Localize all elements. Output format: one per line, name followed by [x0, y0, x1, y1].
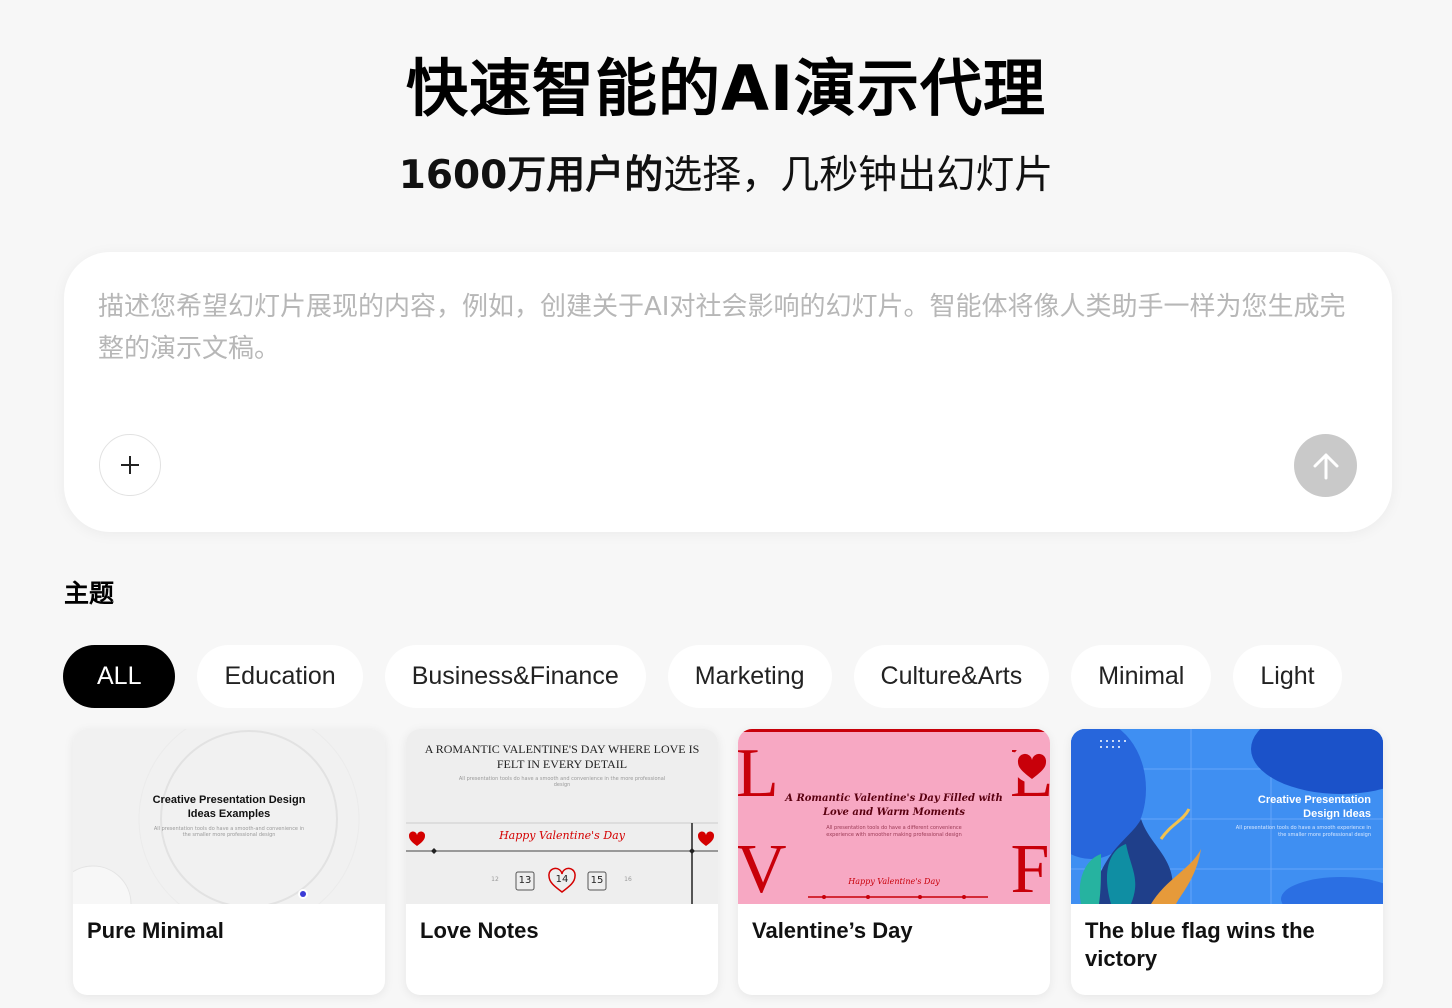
subtitle-highlight: 1600万用户的: [398, 153, 664, 198]
template-thumbnail: Creative Presentation Design Ideas Examp…: [73, 729, 385, 904]
send-button[interactable]: [1294, 434, 1357, 497]
template-thumbnail: Creative Presentation Design Ideas All p…: [1071, 729, 1383, 904]
template-card-valentines-day[interactable]: L V E F A Romantic Valentine's Day Fille…: [738, 729, 1050, 995]
date-label: 14: [555, 874, 569, 885]
thumb-body: All presentation tools do have a smooth …: [1235, 825, 1371, 838]
thumb-body: All presentation tools do have a smooth-…: [153, 826, 305, 838]
themes-heading: 主题: [64, 579, 115, 608]
template-title: The blue flag wins the victory: [1085, 918, 1315, 971]
template-card-pure-minimal[interactable]: Creative Presentation Design Ideas Examp…: [73, 729, 385, 995]
template-title: Valentine’s Day: [752, 918, 913, 943]
template-title: Pure Minimal: [87, 918, 224, 943]
template-thumbnail: L V E F A Romantic Valentine's Day Fille…: [738, 729, 1050, 904]
theme-chips: ALL Education Business&Finance Marketing…: [63, 645, 1393, 709]
template-card-love-notes[interactable]: A ROMANTIC VALENTINE'S DAY WHERE LOVE IS…: [406, 729, 718, 995]
chip-marketing[interactable]: Marketing: [667, 645, 832, 708]
chip-light[interactable]: Light: [1233, 645, 1342, 708]
subtitle-text: 选择，几秒钟出幻灯片: [663, 153, 1054, 198]
chip-education[interactable]: Education: [197, 645, 363, 708]
thumb-heading: Creative Presentation Design Ideas Examp…: [152, 794, 306, 820]
date-label: 15: [590, 875, 604, 886]
template-title: Love Notes: [420, 918, 539, 943]
chip-minimal[interactable]: Minimal: [1071, 645, 1212, 708]
thumb-heading: Creative Presentation Design Ideas: [1257, 794, 1371, 820]
chip-all[interactable]: ALL: [63, 645, 176, 708]
thumb-script: Happy Valentine's Day: [848, 877, 940, 886]
hero-subtitle: 1600万用户的选择，几秒钟出幻灯片: [0, 144, 1452, 200]
thumb-script: Happy Valentine's Day: [499, 829, 625, 842]
thumb-heading: A Romantic Valentine's Day Filled with L…: [785, 793, 1003, 818]
chip-culture-arts[interactable]: Culture&Arts: [853, 645, 1050, 708]
date-label: 12: [491, 876, 499, 883]
template-thumbnail: A ROMANTIC VALENTINE'S DAY WHERE LOVE IS…: [406, 729, 718, 904]
thumb-body: All presentation tools do have a differe…: [826, 825, 962, 838]
prompt-input[interactable]: [98, 286, 1368, 406]
arrow-up-icon: [1313, 453, 1338, 479]
prompt-box: [64, 252, 1392, 532]
hero-title: 快速智能的AI演示代理: [405, 52, 1047, 125]
date-label: 16: [624, 876, 632, 883]
date-label: 13: [518, 875, 532, 886]
chip-business-finance[interactable]: Business&Finance: [384, 645, 646, 708]
add-attachment-button[interactable]: [99, 434, 161, 496]
plus-icon: [121, 456, 139, 474]
template-card-blue-flag[interactable]: Creative Presentation Design Ideas All p…: [1071, 729, 1383, 995]
